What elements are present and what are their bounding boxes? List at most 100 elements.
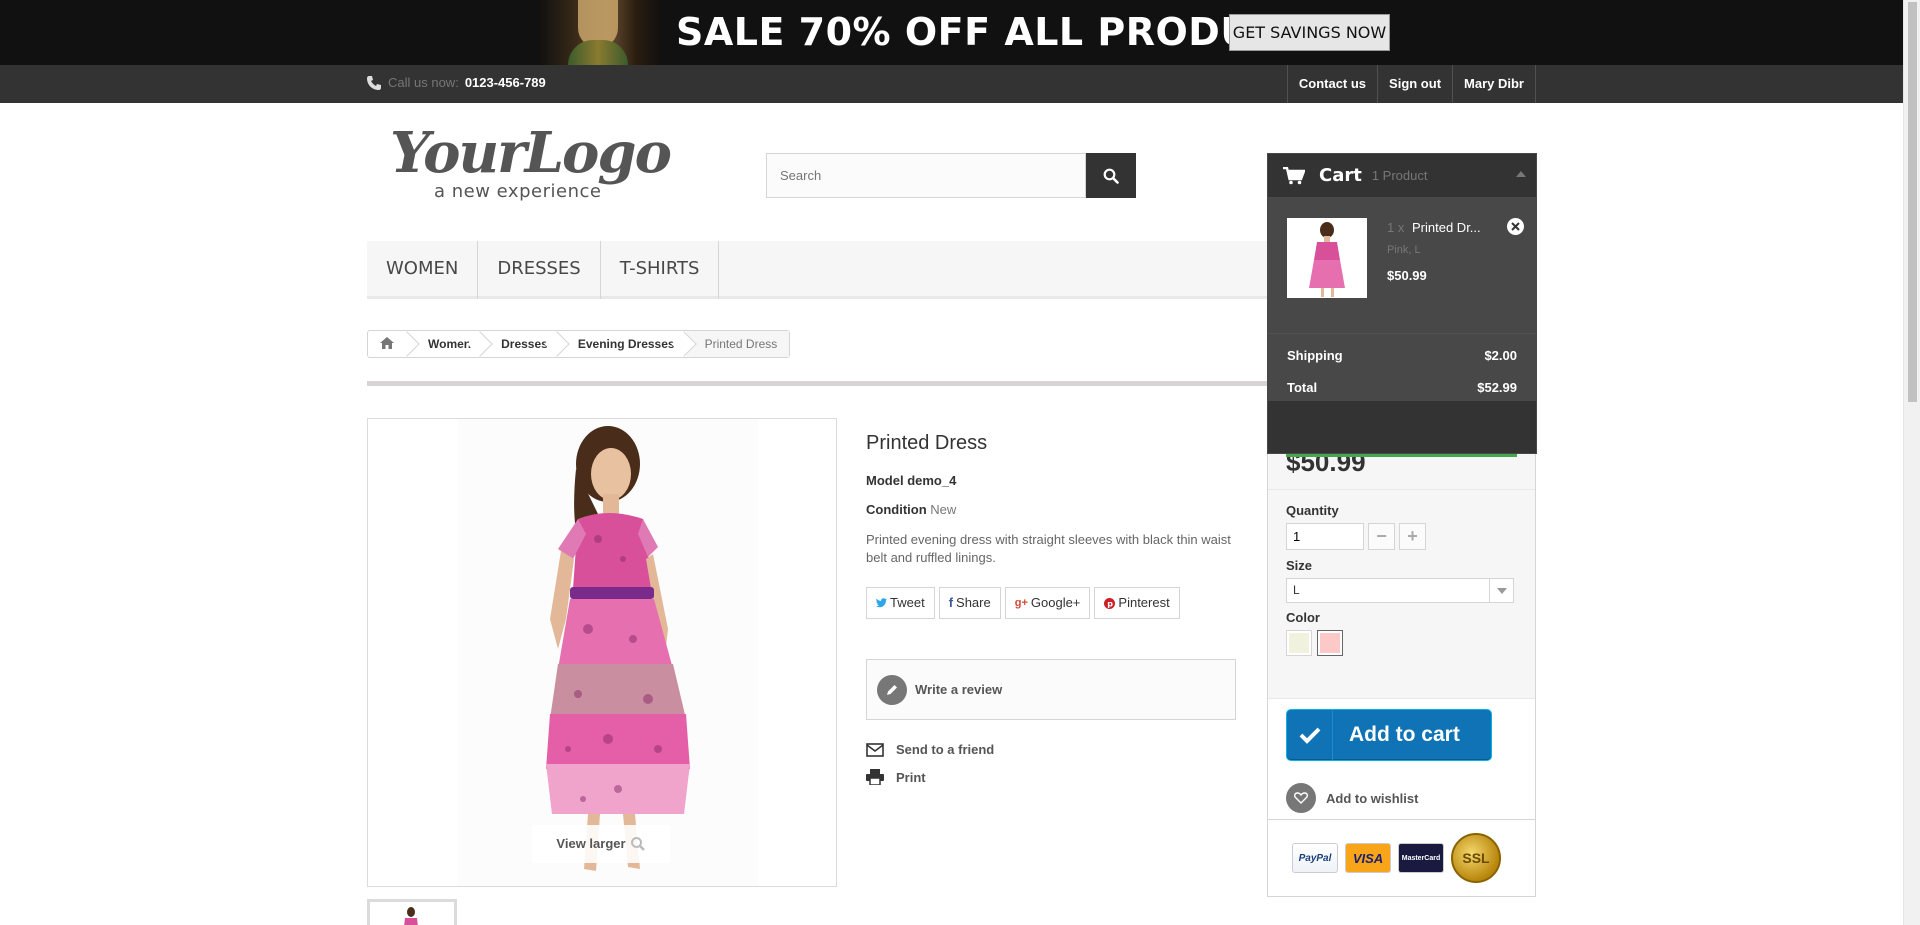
menu-item-tshirts[interactable]: T-shirts <box>601 241 720 299</box>
color-swatch-beige[interactable] <box>1286 630 1312 656</box>
cart-dropdown: Cart 1 Product 1 x Printed Dr... Pink, L… <box>1267 153 1537 454</box>
call-us: Call us now: 0123-456-789 <box>366 73 546 93</box>
breadcrumb: Women Dresses Evening Dresses Printed Dr… <box>367 330 791 358</box>
sign-out-link[interactable]: Sign out <box>1377 65 1452 103</box>
cart-header[interactable]: Cart 1 Product <box>1268 154 1536 198</box>
promo-banner[interactable]: SALE 70% OFF ALL PRODUCTS GET SAVINGS NO… <box>0 0 1903 65</box>
product-thumbnail[interactable] <box>367 899 457 925</box>
social-share: Tweet f Share g+ Google+ p Pinterest <box>866 587 1236 619</box>
contact-us-link[interactable]: Contact us <box>1286 65 1377 103</box>
search-icon <box>1103 168 1119 184</box>
phone-icon <box>367 76 381 90</box>
product-title: Printed Dress <box>866 432 988 454</box>
google-plus-button[interactable]: g+ Google+ <box>1004 587 1091 619</box>
get-savings-button[interactable]: GET SAVINGS NOW <box>1229 14 1390 51</box>
chevron-up-icon <box>1516 171 1526 177</box>
color-label: Color <box>1286 610 1320 625</box>
model-value: demo_4 <box>907 473 957 488</box>
price-strip: $50.99 <box>1268 453 1535 489</box>
cart-item-name[interactable]: Printed Dr... <box>1412 220 1481 235</box>
cart-item-qty: 1 x <box>1387 220 1405 235</box>
swatch-fill <box>1320 633 1340 653</box>
cart-item-image[interactable] <box>1287 218 1367 298</box>
store-logo[interactable]: YourLogo a new experience <box>390 125 680 209</box>
buy-box: $50.99 Quantity − + Size L Color Add to … <box>1267 452 1536 897</box>
add-to-wishlist-link[interactable]: Add to wishlist <box>1286 783 1418 813</box>
paypal-logo: PayPal <box>1292 843 1338 873</box>
home-icon <box>380 337 394 349</box>
size-select[interactable]: L <box>1286 578 1514 603</box>
write-review-button[interactable]: Write a review <box>866 659 1236 720</box>
cart-item: 1 x Printed Dr... Pink, L $50.99 <box>1268 198 1536 333</box>
pinterest-icon: p <box>1104 597 1116 609</box>
google-plus-icon: g+ <box>1014 597 1028 609</box>
model-label: Model <box>866 473 904 488</box>
share-label: Share <box>956 595 991 610</box>
color-swatch-pink[interactable] <box>1317 630 1343 656</box>
send-to-friend-link[interactable]: Send to a friend <box>866 742 1236 757</box>
facebook-share-button[interactable]: f Share <box>938 587 1001 619</box>
search-input[interactable] <box>766 153 1086 198</box>
quantity-increase-button[interactable]: + <box>1399 523 1426 550</box>
ssl-badge: SSL <box>1451 833 1501 883</box>
envelope-icon <box>866 742 884 757</box>
print-link[interactable]: Print <box>866 769 1236 785</box>
cart-item-photo <box>1309 222 1345 297</box>
add-to-cart-label: Add to cart <box>1349 723 1460 746</box>
size-selected-value: L <box>1293 583 1300 597</box>
product-info: Printed Dress Model demo_4 Condition New… <box>866 432 1236 797</box>
condition-label: Condition <box>866 502 927 517</box>
search-button[interactable] <box>1086 153 1136 198</box>
breadcrumb-women[interactable]: Women <box>410 331 483 357</box>
banner-model-image <box>540 0 660 65</box>
send-to-friend-label: Send to a friend <box>896 742 995 757</box>
product-condition: Condition New <box>866 502 1236 517</box>
search-bar <box>766 153 1136 198</box>
total-label: Total <box>1287 380 1318 395</box>
view-larger-label: View larger <box>556 836 626 851</box>
facebook-icon: f <box>948 595 954 610</box>
top-nav-bar: Call us now: 0123-456-789 Contact us Sig… <box>0 65 1903 103</box>
tweet-button[interactable]: Tweet <box>866 587 935 619</box>
logo-tagline: a new experience <box>434 181 602 202</box>
zoom-icon <box>630 837 645 851</box>
menu-item-dresses[interactable]: Dresses <box>478 241 601 299</box>
shipping-label: Shipping <box>1287 348 1343 363</box>
color-swatches <box>1286 630 1517 656</box>
add-to-cart-button[interactable]: Add to cart <box>1286 709 1492 761</box>
twitter-icon <box>876 598 887 608</box>
cart-totals: Shipping $2.00 Total $52.99 <box>1268 333 1536 401</box>
payment-methods: PayPal VISA MasterCard SSL <box>1268 819 1535 896</box>
printer-icon <box>866 769 884 785</box>
page-scrollbar[interactable] <box>1903 0 1920 925</box>
total-value: $52.99 <box>1477 380 1517 395</box>
quantity-row: − + <box>1286 523 1517 550</box>
quantity-decrease-button[interactable]: − <box>1368 523 1395 550</box>
account-link[interactable]: Mary Dibr <box>1452 65 1536 103</box>
total-row: Total $52.99 <box>1287 380 1517 395</box>
condition-value: New <box>930 502 957 517</box>
product-description: Printed evening dress with straight slee… <box>866 532 1231 565</box>
chevron-down-icon <box>1489 579 1513 602</box>
swatch-fill <box>1289 633 1309 653</box>
logo-wordmark: YourLogo <box>390 120 672 186</box>
shipping-value: $2.00 <box>1484 348 1517 363</box>
breadcrumb-dresses[interactable]: Dresses <box>483 331 560 357</box>
product-options: Quantity − + Size L Color <box>1268 489 1535 699</box>
view-larger-button[interactable]: View larger <box>532 825 670 863</box>
pinterest-button[interactable]: p Pinterest <box>1094 587 1180 619</box>
header-user-links: Contact us Sign out Mary Dibr <box>1286 65 1536 103</box>
cart-title: Cart <box>1319 165 1362 186</box>
product-model: Model demo_4 <box>866 473 1236 488</box>
quantity-input[interactable] <box>1286 523 1364 550</box>
section-divider <box>367 381 1267 386</box>
remove-item-icon[interactable] <box>1507 218 1524 235</box>
thumbnail-photo <box>404 907 418 925</box>
breadcrumb-home[interactable] <box>368 331 410 357</box>
menu-item-women[interactable]: Women <box>367 241 479 299</box>
breadcrumb-evening-dresses[interactable]: Evening Dresses <box>560 331 687 357</box>
size-label: Size <box>1286 558 1313 573</box>
product-main-image[interactable] <box>367 418 837 887</box>
cart-footer <box>1268 401 1536 431</box>
scrollbar-thumb[interactable] <box>1908 2 1917 402</box>
